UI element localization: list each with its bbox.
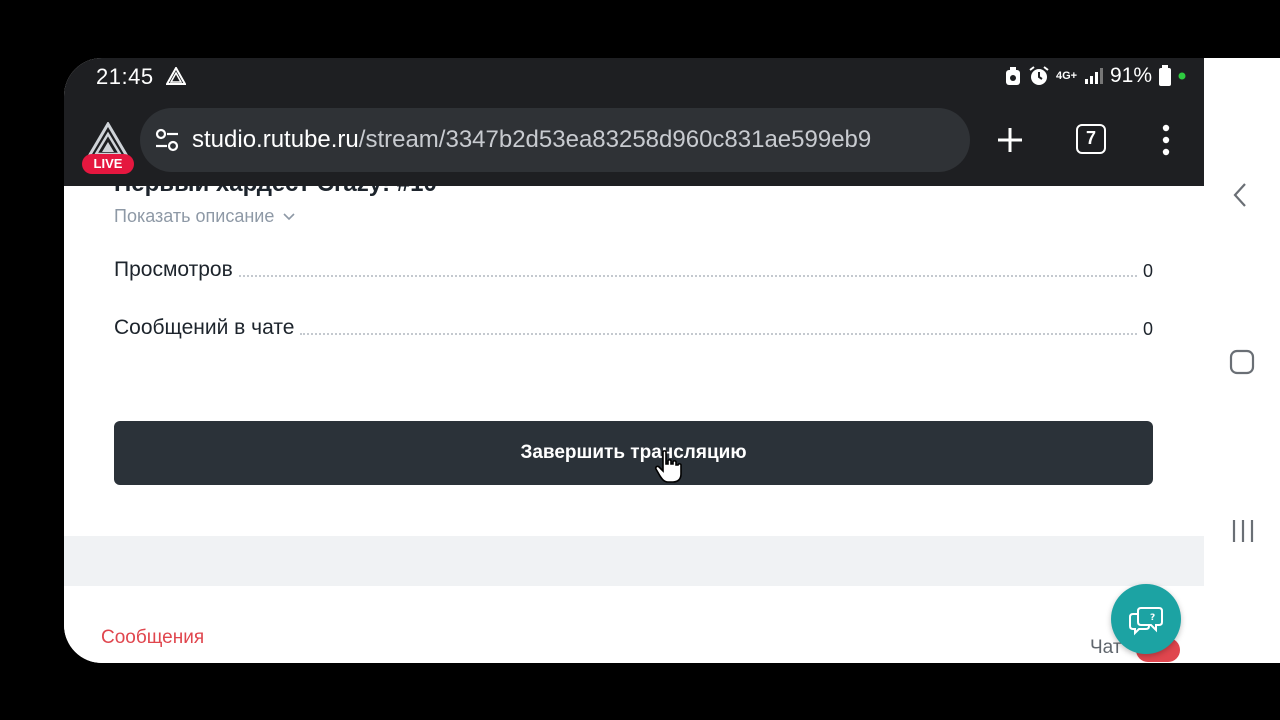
- end-stream-button[interactable]: Завершить трансляцию: [114, 421, 1153, 485]
- url-text[interactable]: studio.rutube.ru/stream/3347b2d53ea83258…: [192, 126, 871, 154]
- browser-toolbar: LIVE studio.rutube.ru/stream/3347b2d53ea…: [64, 94, 1204, 186]
- warning-icon: [165, 65, 187, 90]
- live-badge: LIVE: [82, 154, 134, 174]
- url-path: /stream/3347b2d53ea83258d960c831ae599eb9: [358, 126, 872, 153]
- stat-value: 0: [1142, 261, 1153, 281]
- phone-screen: 21:45 4G+ 91% LIVE studio.rutube.ru/stre…: [64, 58, 1280, 663]
- support-chat-button[interactable]: ?: [1111, 584, 1181, 654]
- dotted-leader: [238, 275, 1137, 277]
- show-description-label: Показать описание: [114, 206, 275, 226]
- battery-icon: [1158, 65, 1172, 87]
- more-vert-icon[interactable]: [1156, 122, 1176, 158]
- dot-icon: [1178, 72, 1186, 80]
- network-type: 4G+: [1055, 69, 1078, 82]
- section-divider: [64, 536, 1204, 586]
- stream-title: Первый хардест Crazy! #10: [114, 186, 437, 198]
- plus-icon[interactable]: [994, 124, 1026, 156]
- tabs-icon[interactable]: 7: [1076, 124, 1106, 154]
- url-bar[interactable]: studio.rutube.ru/stream/3347b2d53ea83258…: [140, 108, 970, 172]
- chevron-down-icon: [283, 212, 295, 220]
- svg-text:?: ?: [1150, 613, 1155, 623]
- messages-tab[interactable]: Сообщения: [101, 627, 204, 649]
- back-icon[interactable]: [1232, 182, 1248, 208]
- home-icon[interactable]: [1228, 348, 1256, 376]
- stat-label: Сообщений в чате: [114, 316, 295, 339]
- status-bar: 21:45 4G+ 91%: [64, 58, 1204, 94]
- stream-page: Первый хардест Crazy! #10 Показать описа…: [64, 186, 1204, 663]
- stat-row-views: Просмотров 0: [114, 258, 1153, 282]
- recycle-icon: [1004, 66, 1022, 86]
- dotted-leader: [300, 333, 1137, 335]
- alarm-icon: [1028, 65, 1050, 87]
- chat-question-icon: ?: [1129, 607, 1163, 636]
- chat-label: Чат: [1090, 637, 1122, 658]
- signal-icon: [1084, 67, 1104, 85]
- status-time: 21:45: [96, 64, 154, 89]
- battery-percent: 91%: [1109, 64, 1152, 87]
- hand-cursor-icon: [654, 450, 682, 483]
- stat-label: Просмотров: [114, 258, 233, 281]
- system-nav-bar: [1204, 58, 1280, 663]
- show-description-link[interactable]: Показать описание: [114, 206, 296, 227]
- stat-row-messages: Сообщений в чате 0: [114, 316, 1153, 340]
- tune-icon[interactable]: [154, 127, 180, 153]
- status-icons: 4G+ 91%: [1004, 64, 1186, 88]
- url-host: studio.rutube.ru: [192, 126, 359, 153]
- recents-icon[interactable]: [1230, 518, 1256, 544]
- stat-value: 0: [1142, 319, 1153, 339]
